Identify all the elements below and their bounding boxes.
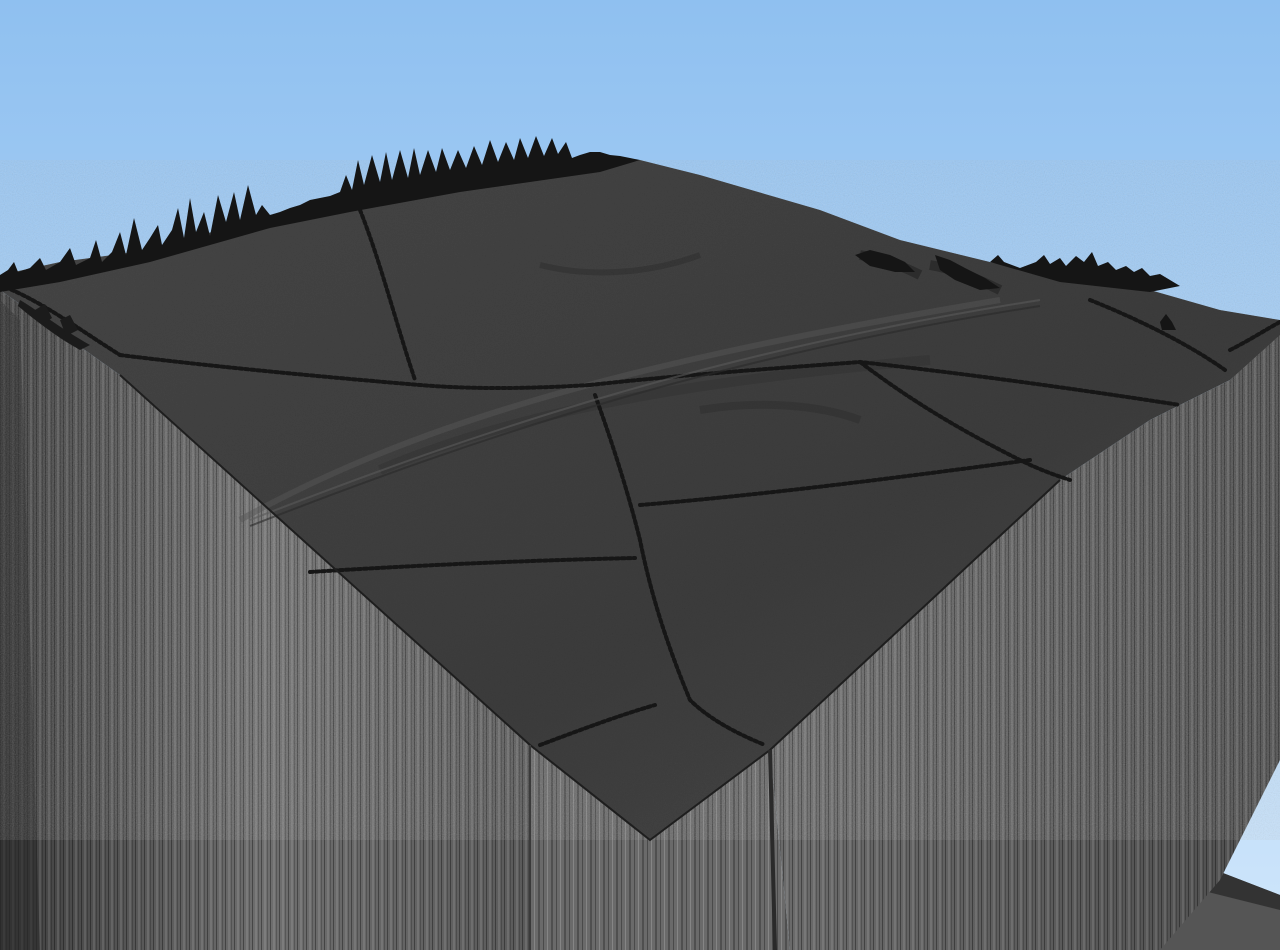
terrain-scene [0, 0, 1280, 950]
terrain-render [0, 0, 1280, 950]
